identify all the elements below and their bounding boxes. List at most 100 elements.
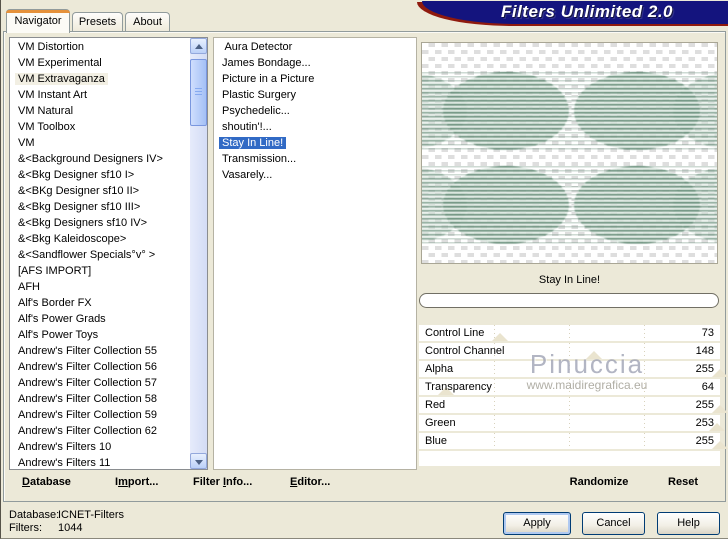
list-item[interactable]: &<Background Designers IV> xyxy=(10,151,190,167)
scrollbar-down-button[interactable] xyxy=(190,453,207,469)
label-accel: m xyxy=(118,476,128,488)
list-item-label: Andrew's Filter Collection 57 xyxy=(18,377,158,389)
parameter-slider[interactable]: Red 255 xyxy=(419,397,728,413)
list-item-label: Vasarely... xyxy=(222,169,273,181)
list-item[interactable]: Andrew's Filter Collection 58 xyxy=(10,391,190,407)
list-item[interactable]: VM Instant Art xyxy=(10,87,190,103)
status-filters-value: 1044 xyxy=(58,522,83,534)
list-item-label: Andrew's Filter Collection 56 xyxy=(18,361,158,373)
list-item-label: Andrew's Filters 10 xyxy=(18,441,112,453)
list-item[interactable]: Andrew's Filter Collection 56 xyxy=(10,359,190,375)
cancel-button[interactable]: Cancel xyxy=(582,512,645,535)
apply-button[interactable]: Apply xyxy=(503,512,571,535)
list-item[interactable]: Andrew's Filters 10 xyxy=(10,439,190,455)
list-item[interactable]: Andrew's Filters 11 xyxy=(10,455,190,469)
list-item-label: Andrew's Filter Collection 55 xyxy=(18,345,158,357)
watermark-name: Pinuccia xyxy=(529,349,645,379)
preview-ellipse xyxy=(443,166,569,244)
list-item[interactable]: VM Experimental xyxy=(10,55,190,71)
slider-thumb[interactable] xyxy=(492,333,509,341)
parameter-name: Red xyxy=(425,399,446,411)
status-database-label: Database: xyxy=(9,509,60,521)
list-item[interactable]: &<Bkg Kaleidoscope> xyxy=(10,231,190,247)
list-item[interactable]: &<Bkg Designer sf10 III> xyxy=(10,199,190,215)
parameter-name: Control Line xyxy=(425,327,485,339)
label-part: nfo... xyxy=(226,476,253,488)
list-item-label: Plastic Surgery xyxy=(222,89,296,101)
parameter-name: Green xyxy=(425,417,456,429)
list-item[interactable]: Vasarely... xyxy=(214,167,416,183)
parameter-slider[interactable]: Green 253 xyxy=(419,415,725,431)
list-item-label: Andrew's Filter Collection 62 xyxy=(18,425,158,437)
list-item[interactable]: Stay In Line! xyxy=(214,135,416,151)
tab-navigator[interactable]: Navigator xyxy=(6,9,70,33)
list-item-label: Andrew's Filter Collection 59 xyxy=(18,409,158,421)
list-item-label: &<Bkg Designers sf10 IV> xyxy=(18,217,148,229)
parameter-value: 255 xyxy=(695,435,714,447)
list-item[interactable]: VM Natural xyxy=(10,103,190,119)
list-item[interactable]: &<BKg Designer sf10 II> xyxy=(10,183,190,199)
list-item[interactable]: Alf's Border FX xyxy=(10,295,190,311)
database-button[interactable]: Database xyxy=(22,476,71,488)
scrollbar-up-button[interactable] xyxy=(190,38,207,54)
list-item[interactable]: &<Bkg Designers sf10 IV> xyxy=(10,215,190,231)
parameter-value: 148 xyxy=(695,345,714,357)
slider-thumb[interactable] xyxy=(712,405,728,413)
arrow-up-icon xyxy=(195,44,203,49)
list-item[interactable]: shoutin'!... xyxy=(214,119,416,135)
reset-button[interactable]: Reset xyxy=(657,476,709,488)
list-item[interactable]: [AFS IMPORT] xyxy=(10,263,190,279)
list-item[interactable]: VM Toolbox xyxy=(10,119,190,135)
list-item[interactable]: Aura Detector xyxy=(214,39,416,55)
list-item-label: AFH xyxy=(18,281,40,293)
parameter-name: Blue xyxy=(425,435,448,447)
list-item-label: &<Background Designers IV> xyxy=(18,153,163,165)
editor-button[interactable]: Editor... xyxy=(290,476,330,488)
help-button[interactable]: Help xyxy=(657,512,720,535)
list-item[interactable]: &<Sandflower Specials°v° > xyxy=(10,247,190,263)
parameter-slider[interactable]: Control Line 73 xyxy=(419,325,720,341)
status-filters-label: Filters: xyxy=(9,522,42,534)
list-item[interactable]: Andrew's Filter Collection 57 xyxy=(10,375,190,391)
list-item-label: VM Instant Art xyxy=(18,89,88,101)
tab-presets[interactable]: Presets xyxy=(72,12,123,32)
list-item[interactable]: &<Bkg Designer sf10 I> xyxy=(10,167,190,183)
list-item[interactable]: VM Distortion xyxy=(10,39,190,55)
tab-about[interactable]: About xyxy=(125,12,170,32)
list-item[interactable]: Andrew's Filter Collection 55 xyxy=(10,343,190,359)
filter-info-button[interactable]: Filter Info... xyxy=(193,476,252,488)
list-item-label: Picture in a Picture xyxy=(222,73,315,85)
list-item[interactable]: Psychedelic... xyxy=(214,103,416,119)
import-button[interactable]: Import... xyxy=(115,476,158,488)
randomize-button[interactable]: Randomize xyxy=(544,476,654,488)
list-item[interactable]: Alf's Power Toys xyxy=(10,327,190,343)
list-item[interactable]: VM Extravaganza xyxy=(10,71,190,87)
list-item[interactable]: AFH xyxy=(10,279,190,295)
list-item[interactable]: Picture in a Picture xyxy=(214,71,416,87)
slider-thumb[interactable] xyxy=(712,441,728,449)
list-item-label: Aura Detector xyxy=(222,41,293,53)
parameter-value: 255 xyxy=(695,363,714,375)
scrollbar-thumb[interactable] xyxy=(190,59,207,126)
list-item-label: VM Extravaganza xyxy=(15,73,108,85)
filter-category-list[interactable]: VM Distortion VM Experimental VM Extravaga… xyxy=(9,37,208,470)
list-item[interactable]: Plastic Surgery xyxy=(214,87,416,103)
parameter-table-blank-row xyxy=(419,451,720,466)
list-item[interactable]: Andrew's Filter Collection 59 xyxy=(10,407,190,423)
list-item-label: Transmission... xyxy=(222,153,297,165)
status-database-value: ICNET-Filters xyxy=(58,509,124,521)
list-item[interactable]: Alf's Power Grads xyxy=(10,311,190,327)
filter-list[interactable]: Aura Detector James Bondage... Picture in … xyxy=(213,37,417,470)
list-item[interactable]: Transmission... xyxy=(214,151,416,167)
left-list-scrollbar[interactable] xyxy=(190,38,207,469)
list-item[interactable]: VM xyxy=(10,135,190,151)
filter-preview xyxy=(421,42,718,264)
list-item-label: Psychedelic... xyxy=(222,105,290,117)
list-item[interactable]: James Bondage... xyxy=(214,55,416,71)
slider-thumb[interactable] xyxy=(712,369,728,377)
parameter-slider[interactable]: Blue 255 xyxy=(419,433,728,449)
progress-bar xyxy=(419,293,719,308)
list-item-label: shoutin'!... xyxy=(222,121,272,133)
list-item-label: &<Bkg Designer sf10 III> xyxy=(18,201,141,213)
list-item[interactable]: Andrew's Filter Collection 62 xyxy=(10,423,190,439)
